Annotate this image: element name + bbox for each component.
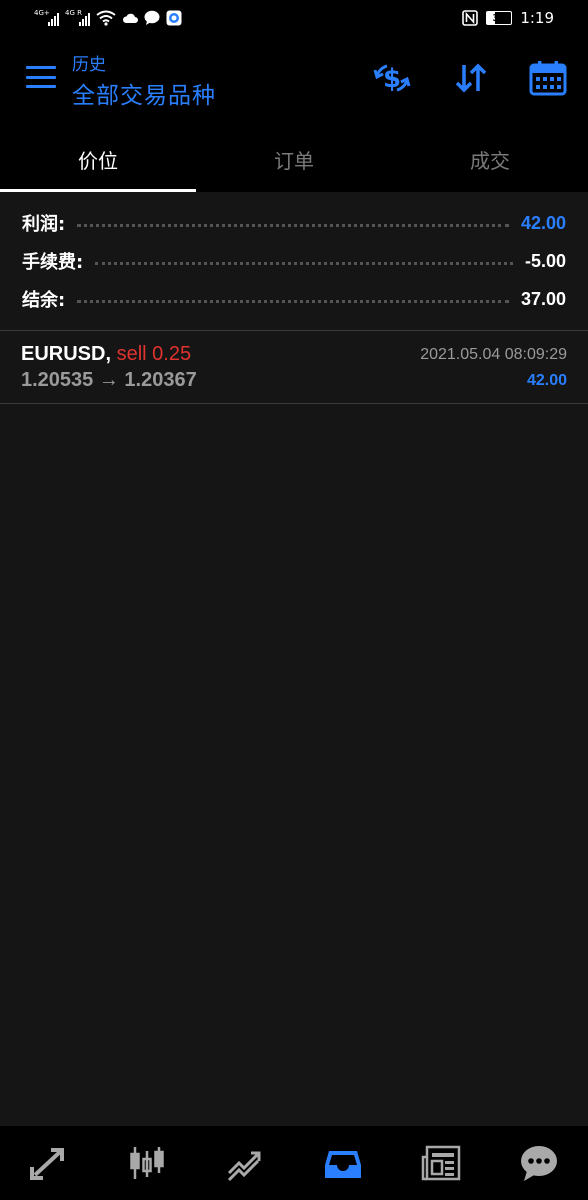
chat-icon [521, 1146, 557, 1181]
nav-news[interactable] [392, 1126, 490, 1200]
currency-exchange-icon[interactable]: $ [372, 58, 412, 98]
leader-dots [95, 261, 513, 265]
summary-panel: 利润: 42.00 手续费: -5.00 结余: 37.00 [0, 192, 588, 330]
battery-level: 34 [492, 12, 507, 24]
deal-side-volume: sell 0.25 [116, 343, 192, 365]
chart-icon [130, 1147, 164, 1179]
clock: 1:19 [520, 9, 554, 27]
message-icon [144, 10, 160, 25]
profit-value: 42.00 [520, 212, 566, 233]
leader-dots [77, 299, 509, 303]
nav-chart[interactable] [98, 1126, 196, 1200]
nav-quotes[interactable] [0, 1126, 98, 1200]
nav-history[interactable] [294, 1126, 392, 1200]
status-bar: 4G+ 4G R 34 1:19 [0, 0, 588, 36]
tab-deals[interactable]: 成交 [392, 126, 588, 192]
summary-row-balance: 结余: 37.00 [22, 280, 566, 318]
status-icons-right: 34 1:19 [462, 8, 554, 28]
bottom-nav [0, 1126, 588, 1200]
menu-icon[interactable] [26, 66, 56, 88]
calendar-icon[interactable] [528, 58, 568, 98]
deal-symbol: EURUSD, [21, 343, 112, 365]
deal-profit: 42.00 [526, 372, 567, 389]
history-icon [325, 1151, 361, 1178]
nav-chat[interactable] [490, 1126, 588, 1200]
commission-label: 手续费: [22, 252, 84, 273]
profit-label: 利润: [22, 214, 66, 235]
cloud-icon [122, 13, 138, 23]
news-icon [421, 1145, 461, 1181]
app-bar: 历史 全部交易品种 $ [0, 36, 588, 126]
page-subtitle: 历史 [72, 55, 106, 75]
deal-prices: 1.20535 → 1.20367 [21, 369, 197, 391]
tab-bar: 价位 订单 成交 [0, 126, 588, 192]
trade-icon [227, 1151, 261, 1182]
status-icons-left: 4G+ 4G R [34, 8, 182, 28]
quotes-icon [30, 1148, 64, 1180]
app-notification-icon [166, 10, 182, 26]
signal-tag: 4G+ [34, 9, 50, 17]
leader-dots [77, 223, 509, 227]
balance-value: 37.00 [520, 288, 566, 309]
nfc-icon [462, 10, 479, 26]
balance-label: 结余: [22, 290, 66, 311]
deal-symbol-line: EURUSD, sell 0.25 [21, 343, 191, 366]
sort-icon[interactable] [451, 58, 491, 98]
signal-icon: 4G+ [34, 9, 59, 26]
battery-icon: 34 [486, 11, 513, 25]
signal-icon: 4G R [65, 9, 90, 26]
deal-row[interactable]: EURUSD, sell 0.25 1.20535 → 1.20367 2021… [0, 331, 588, 403]
signal-tag: 4G R [65, 9, 82, 17]
tab-positions[interactable]: 价位 [0, 126, 196, 192]
page-title[interactable]: 全部交易品种 [72, 76, 216, 110]
summary-row-profit: 利润: 42.00 [22, 204, 566, 242]
commission-value: -5.00 [524, 250, 566, 271]
deal-time: 2021.05.04 08:09:29 [420, 346, 567, 363]
nav-trade[interactable] [196, 1126, 294, 1200]
tab-orders[interactable]: 订单 [196, 126, 392, 192]
wifi-icon [96, 10, 116, 26]
divider [0, 403, 588, 404]
summary-row-commission: 手续费: -5.00 [22, 242, 566, 280]
